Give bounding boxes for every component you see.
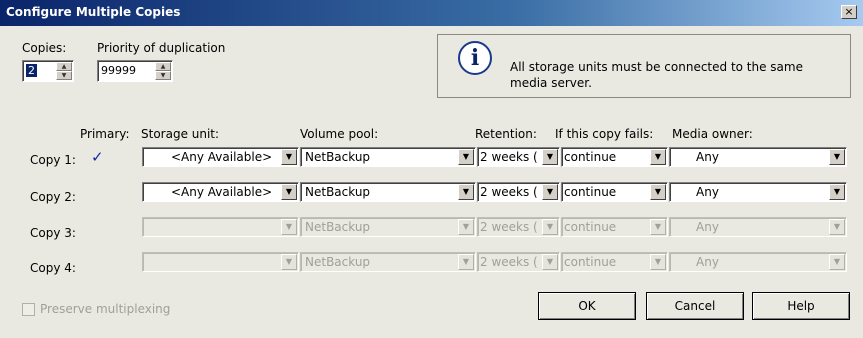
retention-select: 2 weeks (▼: [477, 252, 560, 272]
chevron-down-icon: ▼: [650, 254, 666, 270]
chevron-down-icon[interactable]: ▼: [829, 184, 845, 200]
header-media-owner: Media owner:: [672, 127, 753, 141]
chevron-down-icon[interactable]: ▼: [542, 149, 558, 165]
info-icon: i: [458, 41, 492, 75]
media-owner-select: Any ▼: [669, 252, 847, 272]
preserve-multiplexing-checkbox: [22, 303, 35, 316]
copy-row-label: Copy 2:: [30, 190, 76, 204]
if-fails-select: continue ▼: [561, 252, 668, 272]
media-owner-select[interactable]: Any ▼: [669, 147, 847, 167]
close-icon: ×: [844, 5, 854, 18]
volume-pool-select: NetBackup ▼: [300, 217, 476, 237]
priority-stepper[interactable]: 99999 ▲ ▼: [97, 60, 173, 82]
media-owner-select[interactable]: Any ▼: [669, 182, 847, 202]
chevron-down-icon: ▼: [829, 254, 845, 270]
chevron-down-icon[interactable]: ▼: [281, 184, 297, 200]
storage-unit-select: ▼: [142, 252, 299, 272]
copies-label: Copies:: [22, 41, 67, 55]
copies-stepper[interactable]: 2 ▲ ▼: [22, 60, 74, 82]
chevron-down-icon: ▼: [829, 219, 845, 235]
header-primary: Primary:: [80, 127, 130, 141]
chevron-down-icon: ▼: [281, 219, 297, 235]
chevron-down-icon[interactable]: ▼: [650, 184, 666, 200]
header-volume-pool: Volume pool:: [300, 127, 379, 141]
chevron-down-icon[interactable]: ▼: [542, 184, 558, 200]
volume-pool-select[interactable]: NetBackup ▼: [300, 182, 476, 202]
ok-button[interactable]: OK: [538, 292, 636, 320]
close-button[interactable]: ×: [841, 5, 857, 19]
preserve-multiplexing-label: Preserve multiplexing: [40, 302, 171, 316]
info-box: i All storage units must be connected to…: [437, 34, 851, 98]
storage-unit-select[interactable]: <Any Available> ▼: [142, 182, 299, 202]
volume-pool-select: NetBackup ▼: [300, 252, 476, 272]
title-bar: Configure Multiple Copies ×: [0, 0, 863, 26]
chevron-down-icon: ▼: [542, 219, 558, 235]
info-text: All storage units must be connected to t…: [510, 60, 803, 90]
priority-down-icon[interactable]: ▼: [155, 71, 171, 80]
chevron-down-icon[interactable]: ▼: [650, 149, 666, 165]
help-button[interactable]: Help: [752, 292, 850, 320]
if-fails-select[interactable]: continue ▼: [561, 182, 668, 202]
copy-row-label: Copy 4:: [30, 261, 76, 275]
copy-row-label: Copy 3:: [30, 226, 76, 240]
storage-unit-select[interactable]: <Any Available> ▼: [142, 147, 299, 167]
chevron-down-icon: ▼: [650, 219, 666, 235]
priority-value: 99999: [101, 64, 136, 77]
header-if-fails: If this copy fails:: [555, 127, 654, 141]
copy-row-label: Copy 1:: [30, 153, 76, 167]
media-owner-select: Any ▼: [669, 217, 847, 237]
chevron-down-icon[interactable]: ▼: [458, 184, 474, 200]
chevron-down-icon: ▼: [458, 219, 474, 235]
retention-select[interactable]: 2 weeks (▼: [477, 147, 560, 167]
retention-select[interactable]: 2 weeks (▼: [477, 182, 560, 202]
volume-pool-select[interactable]: NetBackup ▼: [300, 147, 476, 167]
cancel-button[interactable]: Cancel: [646, 292, 744, 320]
if-fails-select[interactable]: continue ▼: [561, 147, 668, 167]
header-retention: Retention:: [475, 127, 537, 141]
priority-up-icon[interactable]: ▲: [155, 62, 171, 71]
copies-up-icon[interactable]: ▲: [56, 62, 72, 71]
chevron-down-icon: ▼: [458, 254, 474, 270]
if-fails-select: continue ▼: [561, 217, 668, 237]
chevron-down-icon: ▼: [281, 254, 297, 270]
copies-value: 2: [26, 64, 37, 77]
chevron-down-icon[interactable]: ▼: [829, 149, 845, 165]
retention-select: 2 weeks (▼: [477, 217, 560, 237]
copies-down-icon[interactable]: ▼: [56, 71, 72, 80]
storage-unit-select: ▼: [142, 217, 299, 237]
primary-check-icon[interactable]: ✓: [91, 148, 104, 166]
chevron-down-icon: ▼: [542, 254, 558, 270]
header-storage-unit: Storage unit:: [141, 127, 220, 141]
chevron-down-icon[interactable]: ▼: [458, 149, 474, 165]
window-title: Configure Multiple Copies: [6, 5, 181, 19]
priority-label: Priority of duplication: [97, 41, 226, 55]
chevron-down-icon[interactable]: ▼: [281, 149, 297, 165]
